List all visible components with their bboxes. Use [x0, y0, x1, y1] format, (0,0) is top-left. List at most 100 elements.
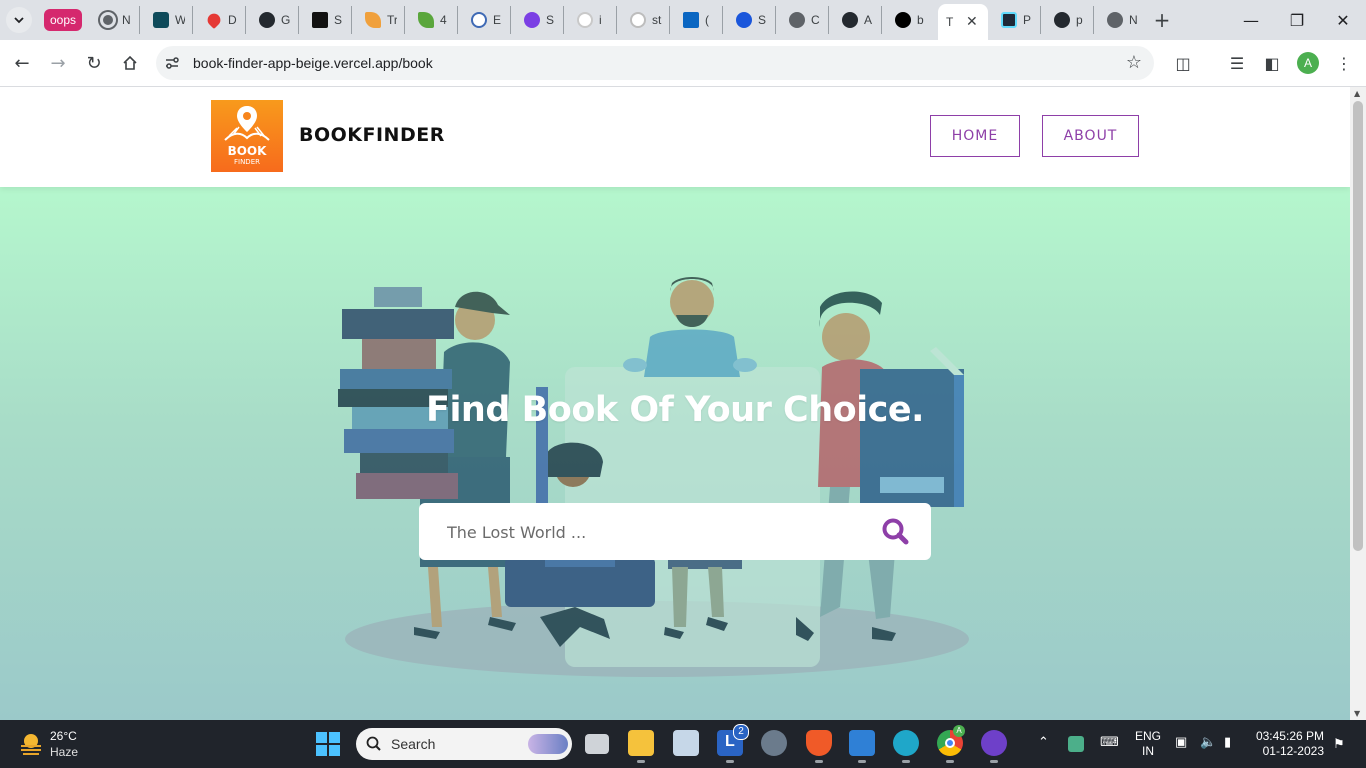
book-logo-icon: BOOK FINDER — [224, 106, 270, 166]
tab-13[interactable]: S — [728, 6, 776, 34]
language-code: ENG — [1135, 729, 1162, 743]
side-panel-button[interactable]: ◧ — [1261, 52, 1283, 74]
network-icon[interactable]: ▣ — [1175, 734, 1187, 750]
book-search-input[interactable] — [445, 503, 869, 562]
notification-bell-icon[interactable]: ⚑ — [1333, 736, 1345, 752]
bookfinder-logo[interactable]: BOOK FINDER — [211, 100, 283, 172]
github-desktop-icon[interactable] — [981, 730, 1007, 763]
reload-button[interactable]: ↻ — [82, 51, 106, 75]
google-icon — [577, 12, 593, 28]
tab-active[interactable]: T ✕ — [938, 4, 988, 40]
github-icon — [259, 12, 275, 28]
media-control-button[interactable]: ☰ — [1226, 52, 1248, 74]
tab-2[interactable]: W — [145, 6, 193, 34]
home-button[interactable] — [118, 51, 142, 75]
linkedin-icon — [683, 12, 699, 28]
windows-start-icon[interactable] — [316, 732, 340, 756]
forward-button[interactable]: → — [46, 51, 70, 75]
minimize-button[interactable]: — — [1228, 6, 1274, 34]
tab-5[interactable]: S — [304, 6, 352, 34]
tab-15[interactable]: A — [834, 6, 882, 34]
page-scrollbar[interactable]: ▲ ▼ — [1350, 87, 1366, 720]
scroll-up-arrow-icon[interactable]: ▲ — [1354, 89, 1360, 98]
heart-icon — [204, 10, 224, 30]
keyboard-icon[interactable]: ⌨ — [1100, 734, 1119, 750]
chrome-browser-icon[interactable]: A — [937, 725, 965, 763]
brave-browser-icon[interactable] — [806, 730, 832, 763]
tab-7[interactable]: 4 — [410, 6, 458, 34]
battery-icon[interactable]: ▮ — [1224, 734, 1231, 750]
haze-weather-icon[interactable] — [18, 730, 44, 756]
scroll-down-arrow-icon[interactable]: ▼ — [1354, 709, 1360, 718]
close-tab-icon[interactable]: ✕ — [966, 14, 978, 30]
chevron-down-icon — [14, 17, 24, 24]
nav-about-link[interactable]: ABOUT — [1042, 115, 1139, 157]
weather-temperature[interactable]: 26°C — [50, 729, 77, 743]
edge-browser-icon[interactable] — [893, 730, 919, 763]
oops-tab[interactable]: oops — [44, 9, 82, 31]
chrome-center-dot — [945, 738, 955, 748]
chrome-menu-button[interactable]: ⋮ — [1333, 52, 1355, 74]
tab-9[interactable]: S — [516, 6, 564, 34]
close-window-button[interactable]: ✕ — [1320, 6, 1366, 34]
tab-10[interactable]: i — [569, 6, 617, 34]
tab-6[interactable]: Tr — [357, 6, 405, 34]
tab-14[interactable]: C — [781, 6, 829, 34]
l-app-icon[interactable]: L 2 — [717, 724, 749, 763]
blue-link-icon — [736, 12, 752, 28]
site-info-icon[interactable] — [164, 55, 180, 71]
task-view-icon[interactable] — [585, 734, 609, 754]
tab-3[interactable]: D — [198, 6, 246, 34]
taskbar-search-label: Search — [391, 736, 436, 752]
scroll-thumb[interactable] — [1353, 101, 1363, 551]
tab-11[interactable]: st — [622, 6, 670, 34]
minimize-icon: — — [1243, 10, 1259, 30]
chrome-profile-badge: A — [953, 725, 965, 737]
nav-home-link[interactable]: HOME — [930, 115, 1020, 157]
profile-avatar[interactable]: A — [1297, 52, 1319, 74]
tab-18[interactable]: P — [993, 6, 1041, 34]
restore-button[interactable]: ❐ — [1274, 6, 1320, 34]
file-explorer-icon[interactable] — [628, 730, 654, 763]
tab-16[interactable]: b — [887, 6, 935, 34]
close-icon: ✕ — [1336, 10, 1350, 30]
side-panel-icon: ◧ — [1264, 53, 1280, 73]
tab-search-button[interactable] — [6, 7, 32, 33]
reload-icon: ↻ — [86, 52, 102, 74]
bookmark-star-icon[interactable]: ☆ — [1126, 52, 1142, 73]
system-clock[interactable]: 03:45:26 PM 01-12-2023 — [1252, 729, 1324, 759]
tab-12[interactable]: ( — [675, 6, 723, 34]
vscode-icon[interactable] — [849, 730, 875, 763]
photos-app-icon[interactable] — [673, 730, 699, 756]
react-icon — [1001, 12, 1017, 28]
hero-title: Find Book Of Your Choice. — [426, 390, 924, 430]
taskbar-search[interactable]: Search — [356, 728, 572, 760]
region-code: IN — [1142, 744, 1154, 758]
new-tab-button[interactable]: + — [1150, 8, 1174, 32]
site-header: BOOK FINDER BOOKFINDER HOME ABOUT — [0, 87, 1350, 187]
tab-19[interactable]: p — [1046, 6, 1094, 34]
language-indicator[interactable]: ENG IN — [1135, 729, 1161, 759]
tab-4[interactable]: G — [251, 6, 299, 34]
tab-8[interactable]: E — [463, 6, 511, 34]
volume-icon[interactable]: 🔈 — [1200, 734, 1216, 750]
show-hidden-icons-chevron-icon[interactable]: ⌃ — [1038, 734, 1049, 750]
weather-description[interactable]: Haze — [50, 745, 78, 759]
leaf-icon — [365, 12, 381, 28]
extensions-button[interactable]: ◫ — [1172, 52, 1194, 74]
hacker-news-icon — [312, 12, 328, 28]
kebab-menu-icon: ⋮ — [1336, 53, 1352, 73]
settings-gear-icon[interactable] — [761, 730, 787, 756]
tab-1[interactable]: N — [92, 6, 140, 34]
home-icon — [123, 55, 137, 70]
search-button[interactable] — [879, 516, 911, 548]
tray-app-icon[interactable] — [1068, 736, 1084, 752]
google-icon — [630, 12, 646, 28]
brand-name[interactable]: BOOKFINDER — [299, 124, 445, 146]
tab-20[interactable]: N — [1099, 6, 1147, 34]
back-button[interactable]: ← — [10, 51, 34, 75]
github-icon — [842, 12, 858, 28]
address-bar[interactable]: book-finder-app-beige.vercel.app/book ☆ — [156, 46, 1154, 80]
chrome-page-icon — [1107, 12, 1123, 28]
arrow-left-icon: ← — [14, 52, 30, 74]
